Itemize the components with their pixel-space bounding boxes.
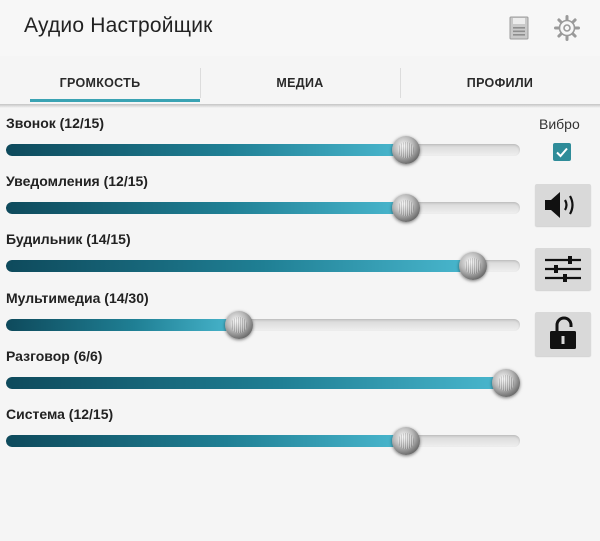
equalizer-icon xyxy=(545,256,581,282)
vibro-checkbox[interactable] xyxy=(553,143,571,161)
slider-label: Уведомления (12/15) xyxy=(6,173,148,189)
unlock-icon xyxy=(550,316,576,349)
sound-mode-button[interactable] xyxy=(535,184,591,226)
slider-fill xyxy=(6,377,506,389)
lock-button[interactable] xyxy=(535,312,591,356)
slider-thumb[interactable] xyxy=(458,252,487,280)
tab-volume[interactable]: ГРОМКОСТЬ xyxy=(0,64,200,106)
check-icon xyxy=(556,147,568,158)
vibro-label: Вибро xyxy=(539,116,580,132)
save-icon[interactable] xyxy=(505,14,533,42)
slider-fill xyxy=(6,260,473,272)
slider-fill xyxy=(6,202,406,214)
slider-thumb[interactable] xyxy=(392,194,420,222)
slider-thumb[interactable] xyxy=(492,369,520,397)
slider-label: Мультимедиа (14/30) xyxy=(6,290,149,306)
slider-track[interactable] xyxy=(6,377,520,389)
tab-bar-shadow xyxy=(0,104,600,108)
slider-ringer: Звонок (12/15) xyxy=(0,115,530,173)
slider-track[interactable] xyxy=(6,144,520,156)
slider-thumb[interactable] xyxy=(225,311,254,339)
equalizer-button[interactable] xyxy=(535,248,591,290)
slider-label: Система (12/15) xyxy=(6,406,114,422)
slider-track[interactable] xyxy=(6,202,520,214)
slider-fill xyxy=(6,319,240,331)
slider-track[interactable] xyxy=(6,319,520,331)
tab-profiles[interactable]: ПРОФИЛИ xyxy=(400,64,600,106)
slider-label: Звонок (12/15) xyxy=(6,115,105,131)
gear-icon[interactable] xyxy=(553,14,581,42)
app-window: Аудио Настройщик ГРОМКОСТЬ МЕДИА ПРОФИЛИ… xyxy=(0,0,600,541)
slider-multimedia: Мультимедиа (14/30) xyxy=(0,290,530,348)
slider-thumb[interactable] xyxy=(392,427,420,455)
app-header: Аудио Настройщик xyxy=(0,0,600,56)
slider-thumb[interactable] xyxy=(392,136,420,164)
slider-fill xyxy=(6,144,406,156)
speaker-icon xyxy=(545,192,574,218)
slider-system: Система (12/15) xyxy=(0,406,530,464)
tab-bar: ГРОМКОСТЬ МЕДИА ПРОФИЛИ xyxy=(0,64,600,106)
slider-label: Разговор (6/6) xyxy=(6,348,103,364)
slider-alarm: Будильник (14/15) xyxy=(0,231,530,289)
slider-label: Будильник (14/15) xyxy=(6,231,131,247)
app-title: Аудио Настройщик xyxy=(24,14,213,37)
slider-call: Разговор (6/6) xyxy=(0,348,530,406)
tab-media[interactable]: МЕДИА xyxy=(200,64,400,106)
slider-fill xyxy=(6,435,406,447)
slider-notifications: Уведомления (12/15) xyxy=(0,173,530,231)
slider-track[interactable] xyxy=(6,435,520,447)
slider-track[interactable] xyxy=(6,260,520,272)
